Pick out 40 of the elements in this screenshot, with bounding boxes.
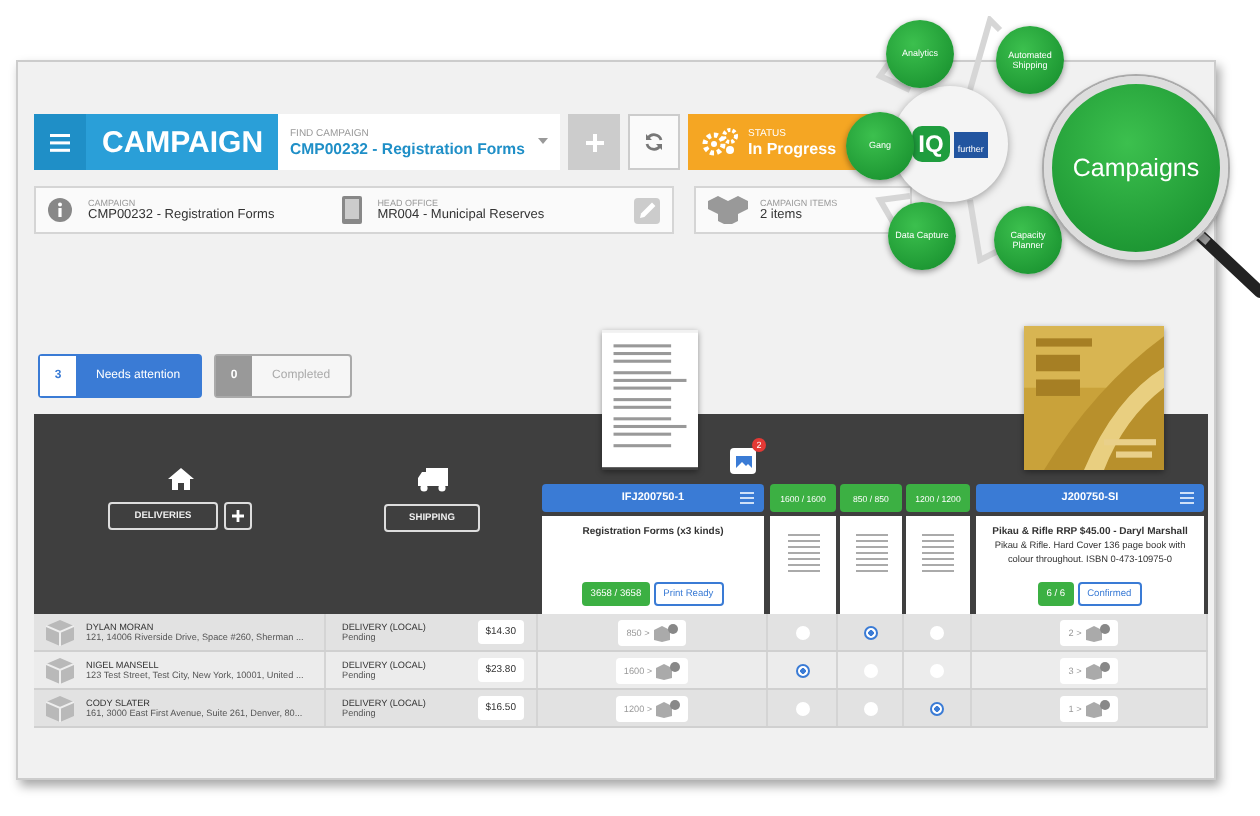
- plus-icon: [585, 133, 603, 151]
- radio-button[interactable]: [795, 625, 809, 639]
- boxes-icon: [1085, 699, 1110, 717]
- radio-button[interactable]: [930, 701, 944, 715]
- form-thumbnail: [602, 330, 698, 470]
- boxes-icon: [1085, 661, 1110, 679]
- refresh-button[interactable]: [628, 114, 680, 170]
- logo-text: IQ: [912, 126, 950, 162]
- boxes-icon: [708, 196, 748, 224]
- package-icon: [46, 619, 74, 645]
- boxes-icon: [656, 661, 681, 679]
- boxes-icon: [653, 623, 678, 641]
- add-delivery-button[interactable]: [223, 502, 252, 530]
- info-icon: [48, 198, 72, 222]
- image-icon: [735, 455, 751, 467]
- radio-button[interactable]: [863, 701, 877, 715]
- menu-icon[interactable]: [1180, 492, 1194, 504]
- pencil-icon: [639, 202, 656, 218]
- radio-button[interactable]: [863, 625, 877, 639]
- truck-icon: [417, 468, 447, 492]
- menu-icon[interactable]: [740, 492, 754, 504]
- refresh-icon: [644, 132, 664, 152]
- radio-button[interactable]: [930, 625, 944, 639]
- plus-icon: [231, 510, 244, 522]
- status-value: In Progress: [748, 139, 837, 157]
- house-icon: [167, 468, 193, 490]
- image-button[interactable]: [730, 448, 756, 474]
- boxes-icon: [1085, 623, 1110, 641]
- package-icon: [46, 695, 74, 721]
- radio-button[interactable]: [795, 663, 809, 677]
- tablet-icon: [341, 196, 362, 224]
- caret-icon: [538, 138, 548, 144]
- menu-button[interactable]: [34, 114, 86, 170]
- boxes-icon: [656, 699, 681, 717]
- gears-icon: [702, 128, 738, 156]
- menu-icon: [50, 133, 70, 151]
- radio-button[interactable]: [795, 701, 809, 715]
- edit-button[interactable]: [634, 197, 660, 223]
- page-title: CAMPAIGN: [100, 125, 264, 159]
- package-icon: [46, 657, 74, 683]
